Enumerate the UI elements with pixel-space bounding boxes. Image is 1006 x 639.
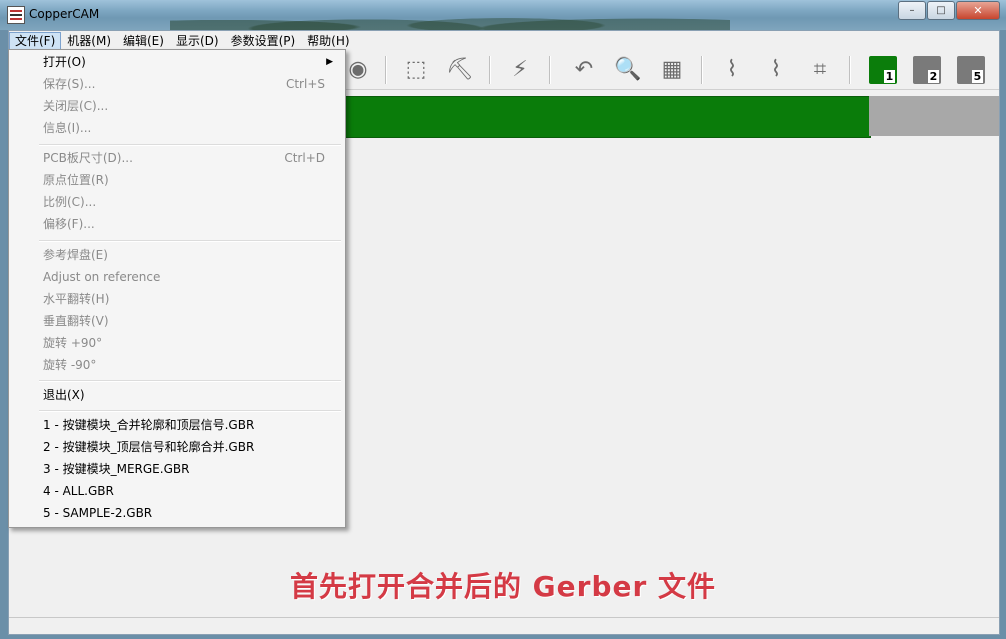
menu-item-save[interactable]: 保存(S)... Ctrl+S: [43, 73, 339, 95]
board-dimensions-icon[interactable]: ⬚: [401, 55, 431, 85]
menu-item-offset[interactable]: 偏移(F)...: [43, 213, 339, 235]
toolbar-separator: [701, 56, 703, 84]
recent-file-3[interactable]: 3 - 按键模块_MERGE.GBR: [43, 458, 339, 480]
submenu-arrow-icon: ▶: [326, 57, 333, 67]
close-button[interactable]: ✕: [956, 1, 1000, 20]
menu-item-close-layer[interactable]: 关闭层(C)...: [43, 95, 339, 117]
recent-file-2[interactable]: 2 - 按键模块_顶层信号和轮廓合并.GBR: [43, 436, 339, 458]
menu-item-info[interactable]: 信息(I)...: [43, 117, 339, 139]
menu-item-rotate-plus-90[interactable]: 旋转 +90°: [43, 332, 339, 354]
menu-item-open-label: 打开(O): [43, 55, 86, 69]
menu-item-board-size-shortcut: Ctrl+D: [284, 151, 325, 165]
milling-tool-icon[interactable]: ⛏: [445, 55, 475, 85]
file-menu-dropdown: 打开(O) ▶ 保存(S)... Ctrl+S 关闭层(C)... 信息(I).…: [8, 49, 346, 528]
menu-file[interactable]: 文件(F): [9, 31, 62, 50]
menu-display[interactable]: 显示(D): [170, 32, 225, 50]
layer-1-label: 1: [884, 70, 895, 83]
menu-separator: [39, 380, 341, 382]
toolbar-separator: [489, 56, 491, 84]
menu-item-flip-vertical[interactable]: 垂直翻转(V): [43, 310, 339, 332]
layer-2-label: 2: [928, 70, 939, 83]
menu-separator: [39, 410, 341, 412]
window-title: CopperCAM: [29, 7, 100, 21]
recent-file-4[interactable]: 4 - ALL.GBR: [43, 480, 339, 502]
layer-1-button[interactable]: 1: [869, 56, 897, 84]
minimize-button[interactable]: –: [898, 1, 926, 20]
track-icon-3[interactable]: ⌗: [805, 55, 835, 85]
menu-item-board-size[interactable]: PCB板尺寸(D)... Ctrl+D: [43, 147, 339, 169]
menu-item-adjust-reference[interactable]: Adjust on reference: [43, 266, 339, 288]
drill-view-icon[interactable]: ◉: [343, 55, 373, 85]
menu-item-rotate-minus-90[interactable]: 旋转 -90°: [43, 354, 339, 376]
menu-separator: [39, 240, 341, 242]
engrave-icon[interactable]: ⚡: [505, 55, 535, 85]
undo-icon[interactable]: ↶: [569, 55, 599, 85]
menu-separator: [39, 144, 341, 146]
pads-icon[interactable]: ▦: [657, 55, 687, 85]
zoom-icon[interactable]: 🔍: [613, 55, 643, 85]
menu-item-exit[interactable]: 退出(X): [43, 384, 339, 406]
recent-file-1[interactable]: 1 - 按键模块_合并轮廓和顶层信号.GBR: [43, 414, 339, 436]
menu-item-origin[interactable]: 原点位置(R): [43, 169, 339, 191]
track-icon-1[interactable]: ⌇: [717, 55, 747, 85]
title-bar: CopperCAM – □ ✕: [0, 0, 1006, 30]
tutorial-caption: 首先打开合并后的 Gerber 文件: [289, 570, 717, 603]
maximize-button[interactable]: □: [927, 1, 955, 20]
menu-edit[interactable]: 编辑(E): [117, 32, 170, 50]
menu-item-open[interactable]: 打开(O) ▶: [43, 51, 339, 73]
menu-item-save-label: 保存(S)...: [43, 77, 96, 91]
toolbar-separator: [849, 56, 851, 84]
title-bar-background: [170, 0, 730, 30]
track-icon-2[interactable]: ⌇: [761, 55, 791, 85]
menu-machine[interactable]: 机器(M): [61, 32, 117, 50]
recent-file-5[interactable]: 5 - SAMPLE-2.GBR: [43, 502, 339, 524]
status-bar: [9, 617, 999, 634]
app-icon: [7, 6, 25, 24]
layer-5-button[interactable]: 5: [957, 56, 985, 84]
toolbar-separator: [385, 56, 387, 84]
toolbar-separator: [549, 56, 551, 84]
menu-bar: 文件(F) 机器(M) 编辑(E) 显示(D) 参数设置(P) 帮助(H): [9, 31, 999, 50]
menu-help[interactable]: 帮助(H): [301, 32, 355, 50]
menu-item-reference-pad[interactable]: 参考焊盘(E): [43, 244, 339, 266]
menu-item-flip-horizontal[interactable]: 水平翻转(H): [43, 288, 339, 310]
board-margin: [869, 96, 999, 136]
layer-5-label: 5: [972, 70, 983, 83]
caption-buttons: – □ ✕: [897, 1, 1000, 20]
menu-parameters[interactable]: 参数设置(P): [225, 32, 302, 50]
menu-item-board-size-label: PCB板尺寸(D)...: [43, 151, 133, 165]
menu-item-scale[interactable]: 比例(C)...: [43, 191, 339, 213]
layer-2-button[interactable]: 2: [913, 56, 941, 84]
menu-item-save-shortcut: Ctrl+S: [285, 77, 325, 91]
